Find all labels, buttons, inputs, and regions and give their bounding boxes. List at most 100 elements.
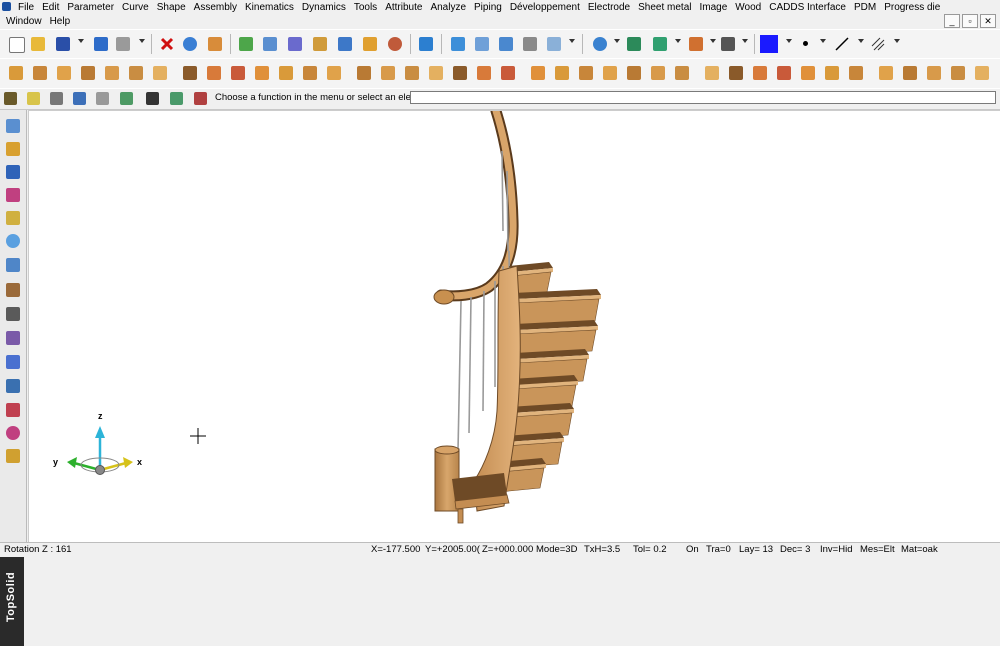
menu-file[interactable]: File xyxy=(14,1,38,15)
machining-tool[interactable] xyxy=(3,255,23,275)
curve-button[interactable] xyxy=(448,34,468,54)
mortise-tool-button[interactable] xyxy=(924,63,944,83)
cut-button[interactable] xyxy=(416,34,436,54)
zoom-all-button[interactable] xyxy=(624,34,644,54)
menu-developpement[interactable]: Développement xyxy=(506,1,584,15)
line-style-button[interactable] xyxy=(832,34,852,54)
menu-piping[interactable]: Piping xyxy=(470,1,506,15)
status-layer[interactable]: Lay= 13 xyxy=(739,544,773,555)
dowel-tool-button[interactable] xyxy=(948,63,968,83)
hatch-dropdown-icon[interactable] xyxy=(894,39,900,43)
point-style-button[interactable] xyxy=(796,34,816,54)
color-swatch-button[interactable] xyxy=(759,34,779,54)
assembly-tool[interactable] xyxy=(3,280,23,300)
status-tolerance[interactable]: Tol= 0.2 xyxy=(633,544,667,555)
rendering-button[interactable] xyxy=(686,34,706,54)
hinge-tool-button[interactable] xyxy=(624,63,644,83)
door-tool-button[interactable] xyxy=(354,63,374,83)
wedge-tool-button[interactable] xyxy=(426,63,446,83)
eraser-button[interactable] xyxy=(205,34,225,54)
drawer-tool-button[interactable] xyxy=(702,63,722,83)
undo-button[interactable] xyxy=(180,34,200,54)
layer-button[interactable] xyxy=(718,34,738,54)
attribute-button[interactable] xyxy=(335,34,355,54)
hatch-button[interactable] xyxy=(868,34,888,54)
panel-tool-button[interactable] xyxy=(648,63,668,83)
wrench-button[interactable] xyxy=(360,34,380,54)
pipe-tool[interactable] xyxy=(3,376,23,396)
minimize-button[interactable]: _ xyxy=(944,14,960,28)
stair-model-view[interactable]: z x y xyxy=(29,111,1000,543)
menu-assembly[interactable]: Assembly xyxy=(190,1,241,15)
menu-tools[interactable]: Tools xyxy=(350,1,381,15)
menu-electrode[interactable]: Electrode xyxy=(584,1,634,15)
mortise-tool-button[interactable] xyxy=(528,63,548,83)
moulding-tool-button[interactable] xyxy=(276,63,296,83)
parallel-button[interactable] xyxy=(496,34,516,54)
electrode-tool[interactable] xyxy=(3,352,23,372)
frame-tool-button[interactable] xyxy=(774,63,794,83)
view-dropdown-icon[interactable] xyxy=(675,39,681,43)
box-tool-button[interactable] xyxy=(798,63,818,83)
status-decimals[interactable]: Dec= 3 xyxy=(780,544,810,555)
print-dropdown-icon[interactable] xyxy=(139,39,145,43)
mold-tool[interactable] xyxy=(3,328,23,348)
panel-tool-button[interactable] xyxy=(252,63,272,83)
box-tool-button[interactable] xyxy=(6,63,26,83)
sliders-button[interactable] xyxy=(285,34,305,54)
moulding-tool-button[interactable] xyxy=(672,63,692,83)
menu-kinematics[interactable]: Kinematics xyxy=(241,1,298,15)
box-tool-button[interactable] xyxy=(402,63,422,83)
save-dropdown-icon[interactable] xyxy=(78,39,84,43)
sketch-dropdown-icon[interactable] xyxy=(569,39,575,43)
delete-button[interactable] xyxy=(157,34,177,54)
rebate-tool-button[interactable] xyxy=(204,63,224,83)
line-style-dropdown-icon[interactable] xyxy=(858,39,864,43)
trim-button[interactable] xyxy=(472,34,492,54)
groove-tool-button[interactable] xyxy=(180,63,200,83)
menu-curve[interactable]: Curve xyxy=(118,1,153,15)
new-document-button[interactable] xyxy=(6,34,26,54)
hook-button[interactable] xyxy=(520,34,540,54)
plot-button[interactable] xyxy=(94,90,112,108)
app-icon[interactable] xyxy=(2,2,11,11)
save-button[interactable] xyxy=(53,34,73,54)
point-style-dropdown-icon[interactable] xyxy=(820,39,826,43)
tenon-tool-button[interactable] xyxy=(498,63,518,83)
frame-tool-button[interactable] xyxy=(378,63,398,83)
menu-parameter[interactable]: Parameter xyxy=(63,1,118,15)
inspect-button[interactable] xyxy=(260,34,280,54)
snap-button[interactable] xyxy=(2,90,20,108)
surface-tool[interactable] xyxy=(3,185,23,205)
circle-tool[interactable] xyxy=(3,231,23,251)
menu-image[interactable]: Image xyxy=(696,1,732,15)
bolt-tool[interactable] xyxy=(3,208,23,228)
status-measure[interactable]: Mes=Elt xyxy=(860,544,895,555)
menu-analyze[interactable]: Analyze xyxy=(426,1,470,15)
sketch-tool[interactable] xyxy=(3,116,23,136)
menu-pdm[interactable]: PDM xyxy=(850,1,880,15)
cylinder-button[interactable] xyxy=(25,90,43,108)
landscape-button[interactable] xyxy=(168,90,186,108)
tenon-tool-button[interactable] xyxy=(900,63,920,83)
shelf-tool-button[interactable] xyxy=(324,63,344,83)
groove-tool-button[interactable] xyxy=(972,63,992,83)
slot-tool-button[interactable] xyxy=(78,63,98,83)
wood-tool[interactable] xyxy=(3,400,23,420)
status-transparency[interactable]: Tra=0 xyxy=(706,544,731,555)
menu-window[interactable]: Window xyxy=(2,15,46,29)
door-tool-button[interactable] xyxy=(750,63,770,83)
mortise-tool-button[interactable] xyxy=(126,63,146,83)
status-material[interactable]: Mat=oak xyxy=(901,544,938,555)
tenon-tool-button[interactable] xyxy=(102,63,122,83)
stairs-tool[interactable] xyxy=(3,446,23,466)
zoom-dropdown-icon[interactable] xyxy=(614,39,620,43)
battery-button[interactable] xyxy=(48,90,66,108)
menu-dynamics[interactable]: Dynamics xyxy=(298,1,350,15)
dowel-tool-button[interactable] xyxy=(552,63,572,83)
command-input[interactable] xyxy=(410,91,996,104)
menu-progress-die[interactable]: Progress die xyxy=(880,1,944,15)
measure-button[interactable] xyxy=(385,34,405,54)
menu-attribute[interactable]: Attribute xyxy=(381,1,426,15)
menu-edit[interactable]: Edit xyxy=(38,1,63,15)
